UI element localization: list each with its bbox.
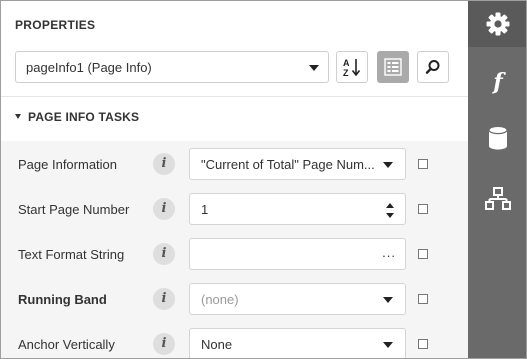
property-label: Text Format String — [18, 247, 125, 262]
hierarchy-icon — [485, 187, 511, 210]
property-label: Start Page Number — [18, 202, 130, 217]
search-button[interactable] — [417, 51, 449, 83]
svg-text:A: A — [343, 58, 350, 68]
property-label: Running Band — [18, 292, 107, 307]
property-row-text-format-string: Text Format String i ... — [1, 231, 468, 276]
property-value: 1 — [201, 202, 209, 217]
chevron-down-icon — [383, 297, 393, 303]
gear-icon — [486, 12, 510, 36]
spin-up-icon[interactable] — [386, 203, 394, 208]
property-label: Page Information — [18, 157, 118, 172]
chevron-down-icon — [383, 162, 393, 168]
sidebar-item-properties[interactable] — [468, 1, 526, 47]
property-value: "Current of Total" Page Num... — [201, 157, 375, 172]
info-icon[interactable]: i — [153, 198, 175, 220]
property-row-page-information: Page Information i "Current of Total" Pa… — [1, 141, 468, 186]
component-select-value: pageInfo1 (Page Info) — [26, 60, 152, 75]
property-checkbox[interactable] — [418, 294, 428, 304]
info-icon[interactable]: i — [153, 333, 175, 355]
panel-title: PROPERTIES — [15, 18, 96, 32]
divider — [1, 96, 468, 97]
chevron-down-icon — [383, 342, 393, 348]
running-band-select[interactable]: (none) — [189, 283, 406, 315]
svg-text:Z: Z — [343, 68, 349, 78]
property-checkbox[interactable] — [418, 249, 428, 259]
search-icon — [425, 60, 440, 74]
section-title: PAGE INFO TASKS — [28, 110, 140, 124]
sidebar-item-data-source[interactable] — [468, 115, 526, 161]
collapse-triangle-icon — [15, 114, 21, 119]
property-value: None — [201, 337, 233, 352]
property-value: (none) — [201, 292, 239, 307]
categorized-view-icon — [384, 58, 402, 76]
section-header[interactable]: PAGE INFO TASKS — [15, 110, 139, 124]
sidebar-item-report-explorer[interactable] — [468, 176, 526, 222]
sidebar-item-expressions[interactable]: f — [468, 59, 526, 105]
sidebar: f — [468, 1, 526, 358]
info-icon[interactable]: i — [153, 153, 175, 175]
property-checkbox[interactable] — [418, 204, 428, 214]
property-row-start-page-number: Start Page Number i 1 — [1, 186, 468, 231]
chevron-down-icon — [309, 65, 319, 71]
info-icon[interactable]: i — [153, 243, 175, 265]
property-label: Anchor Vertically — [18, 337, 115, 352]
sort-alphabetical-icon: A Z — [343, 58, 361, 78]
property-checkbox[interactable] — [418, 339, 428, 349]
function-icon: f — [493, 69, 503, 95]
spin-down-icon[interactable] — [386, 213, 394, 218]
anchor-vertically-select[interactable]: None — [189, 328, 406, 358]
component-select[interactable]: pageInfo1 (Page Info) — [15, 51, 329, 83]
properties-panel: PROPERTIES pageInfo1 (Page Info) A Z PAG… — [1, 1, 468, 358]
start-page-number-spinner[interactable]: 1 — [189, 193, 406, 225]
info-icon[interactable]: i — [153, 288, 175, 310]
sort-alphabetically-button[interactable]: A Z — [336, 51, 368, 83]
property-grid: Page Information i "Current of Total" Pa… — [1, 141, 468, 358]
ellipsis-icon[interactable]: ... — [382, 245, 396, 260]
property-row-running-band: Running Band i (none) — [1, 276, 468, 321]
categorized-view-button[interactable] — [377, 51, 409, 83]
property-checkbox[interactable] — [418, 159, 428, 169]
text-format-string-input[interactable]: ... — [189, 238, 406, 270]
property-row-anchor-vertically: Anchor Vertically i None — [1, 321, 468, 358]
page-information-select[interactable]: "Current of Total" Page Num... — [189, 148, 406, 180]
properties-window: PROPERTIES pageInfo1 (Page Info) A Z PAG… — [0, 0, 527, 359]
database-icon — [488, 125, 508, 150]
